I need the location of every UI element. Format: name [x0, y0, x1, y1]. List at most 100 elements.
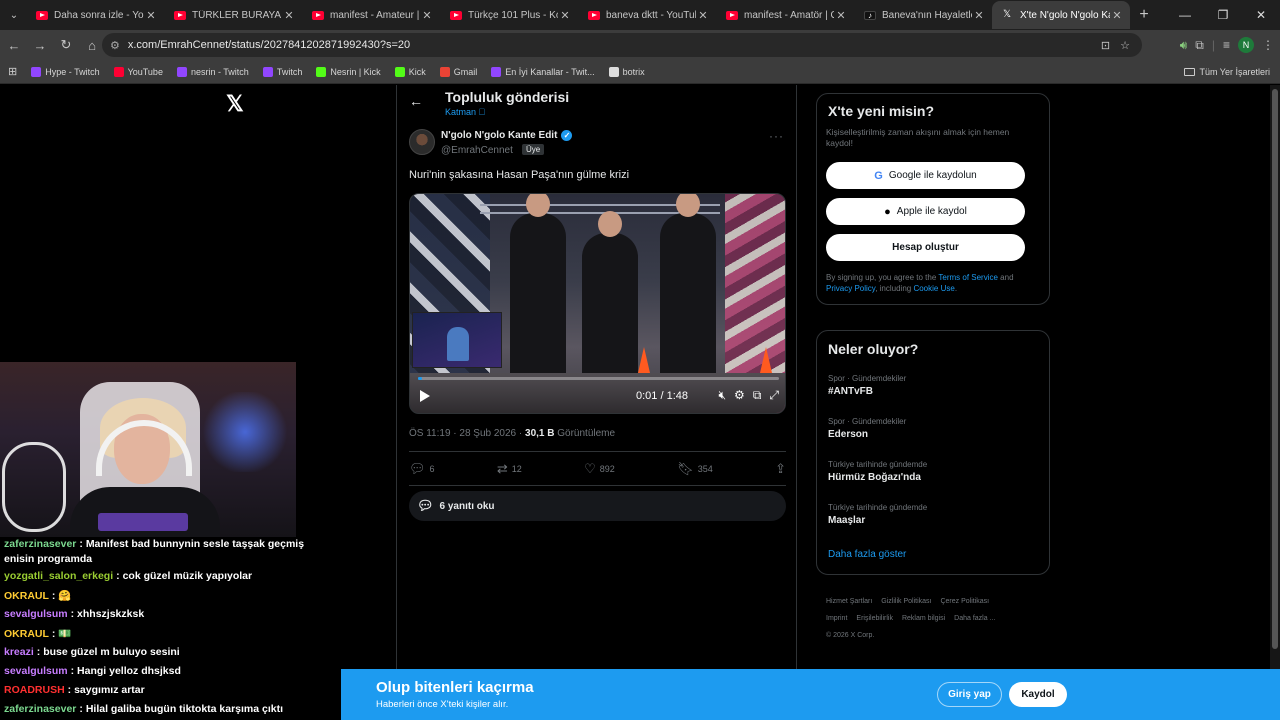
video-progress-bar[interactable]	[418, 377, 779, 380]
profile-avatar[interactable]: N	[1238, 37, 1254, 53]
chat-username[interactable]: OKRAUL	[4, 628, 49, 640]
close-icon[interactable]: ✕	[696, 9, 710, 22]
apps-grid-icon[interactable]: ⊞	[8, 65, 17, 78]
scrollbar-thumb[interactable]	[1272, 89, 1278, 649]
bookmark-item[interactable]: botrix	[608, 66, 645, 77]
tab-5[interactable]: manifest - Amatör | Offici✕	[716, 1, 854, 29]
reload-icon[interactable]: ↻	[54, 33, 78, 57]
login-button[interactable]: Giriş yap	[937, 682, 1002, 707]
signup-button[interactable]: Kaydol	[1009, 682, 1067, 707]
close-icon[interactable]: ✕	[282, 9, 296, 22]
page-scrollbar[interactable]	[1270, 85, 1280, 720]
footer-link[interactable]: Erişilebilirlik	[856, 615, 893, 622]
menu-icon[interactable]: ⋮	[1262, 38, 1274, 52]
signup-lead: Kişiselleştirilmiş zaman akışını almak i…	[826, 127, 1010, 148]
maximize-icon[interactable]: ❐	[1204, 0, 1242, 30]
post-timestamp[interactable]: ÖS 11:19 · 28 Şub 2026 ·	[409, 428, 525, 439]
media-control-icon[interactable]: ≡	[1223, 38, 1230, 52]
bookmark-item[interactable]: En İyi Kanallar - Twit...	[491, 66, 595, 77]
bookmark-item[interactable]: Kick	[394, 66, 426, 77]
google-signup-button[interactable]: G Google ile kaydolun	[826, 162, 1025, 189]
close-icon[interactable]: ✕	[834, 9, 848, 22]
bookmark-item[interactable]: Hype - Twitch	[31, 66, 100, 77]
tab-6[interactable]: Baneva'nın Hayaletleri: Gi✕	[854, 1, 992, 29]
terms-link[interactable]: Terms of Service	[938, 273, 998, 282]
minimize-icon[interactable]: —	[1166, 0, 1204, 30]
install-app-icon[interactable]: ⊡	[1101, 39, 1110, 52]
chat-username[interactable]: OKRAUL	[4, 590, 49, 602]
bookmark-item[interactable]: Nesrin | Kick	[316, 66, 381, 77]
close-icon[interactable]: ✕	[1110, 9, 1124, 22]
footer-link[interactable]: Çerez Politikası	[940, 598, 989, 605]
bookmark-button[interactable]: 🔖︎ 354	[677, 459, 713, 479]
bookmark-item[interactable]: Twitch	[262, 66, 302, 77]
privacy-link[interactable]: Privacy Policy	[826, 284, 875, 293]
mute-icon[interactable]: 🔇︎	[718, 388, 726, 403]
cookie-link[interactable]: Cookie Use	[913, 284, 954, 293]
play-icon[interactable]	[420, 390, 430, 402]
all-bookmarks-button[interactable]: Tüm Yer İşaretleri	[1184, 60, 1270, 84]
footer-link[interactable]: Hizmet Şartları	[826, 598, 872, 605]
tab-4[interactable]: baneva dktt - YouTube ✕	[578, 1, 716, 29]
back-arrow-icon[interactable]: ←	[409, 93, 423, 109]
repost-button[interactable]: ⇄ 12	[497, 459, 522, 479]
close-icon[interactable]: ✕	[420, 9, 434, 22]
chat-username[interactable]: sevalgulsum	[4, 665, 68, 677]
bookmark-item[interactable]: nesrin - Twitch	[176, 66, 249, 77]
close-icon[interactable]: ✕	[144, 9, 158, 22]
chat-text: saygımız artar	[74, 684, 145, 696]
close-icon[interactable]: ✕	[972, 9, 986, 22]
bookmark-item[interactable]: Gmail	[439, 66, 477, 77]
close-window-icon[interactable]: ✕	[1242, 0, 1280, 30]
chat-username[interactable]: sevalgulsum	[4, 608, 68, 620]
video-player[interactable]: 0:01 / 1:48 🔇︎ ⚙ ⧉ ⤢	[409, 193, 786, 414]
community-link[interactable]: Katman 🏻	[445, 107, 485, 117]
extensions-icon[interactable]: ⧉	[1195, 38, 1204, 53]
site-info-icon[interactable]: ⚙	[110, 39, 120, 52]
x-logo-icon[interactable]: 𝕏	[226, 91, 244, 117]
author-avatar[interactable]	[409, 129, 435, 155]
tab-2[interactable]: manifest - Amateur | Offic✕	[302, 1, 440, 29]
new-tab-button[interactable]: +	[1130, 6, 1158, 24]
tab-search-button[interactable]: ⌄	[2, 4, 26, 26]
popout-icon[interactable]: ⧉	[753, 388, 762, 403]
read-replies-button[interactable]: 💬︎ 6 yanıtı oku	[409, 491, 786, 521]
trend-item[interactable]: Spor · Gündemdekiler #ANTvFB	[828, 374, 906, 397]
footer-link[interactable]: Imprint	[826, 615, 847, 622]
author-name-row[interactable]: N'golo N'golo Kante Edit ✓	[441, 130, 573, 141]
chat-username[interactable]: kreazi	[4, 646, 34, 658]
footer-link[interactable]: Reklam bilgisi	[902, 615, 945, 622]
tab-7-active[interactable]: X'te N'golo N'golo Kante✕	[992, 1, 1130, 29]
reply-button[interactable]: 💬︎ 6	[409, 459, 435, 479]
back-icon[interactable]: ←	[2, 33, 26, 57]
author-handle[interactable]: @EmrahCennet	[441, 145, 513, 156]
address-bar[interactable]: ⚙ x.com/EmrahCennet/status/2027841202871…	[102, 33, 1142, 57]
tab-1[interactable]: TÜRKLER BURAYA MUTLA✕	[164, 1, 302, 29]
fullscreen-icon[interactable]: ⤢	[769, 388, 779, 403]
like-button[interactable]: ♡ 892	[584, 459, 615, 479]
trend-item[interactable]: Spor · Gündemdekiler Ederson	[828, 417, 906, 440]
chat-username[interactable]: zaferzinasever	[4, 538, 76, 550]
footer-link[interactable]: Gizlilik Politikası	[881, 598, 931, 605]
home-icon[interactable]: ⌂	[80, 33, 104, 57]
more-options-icon[interactable]: ···	[769, 129, 784, 143]
trend-item[interactable]: Türkiye tarihinde gündemde Hürmüz Boğazı'…	[828, 460, 927, 483]
audio-icon[interactable]: 🔊︎	[1180, 38, 1188, 53]
chat-username[interactable]: zaferzinasever	[4, 703, 76, 715]
bookmark-star-icon[interactable]: ☆	[1120, 39, 1130, 52]
settings-icon[interactable]: ⚙	[734, 388, 745, 403]
close-icon[interactable]: ✕	[558, 9, 572, 22]
bookmark-label: nesrin - Twitch	[190, 66, 249, 77]
forward-icon[interactable]: →	[28, 33, 52, 57]
tab-0[interactable]: Daha sonra izle - YouTube✕	[26, 1, 164, 29]
footer-link[interactable]: Daha fazla ...	[954, 615, 995, 622]
bookmark-item[interactable]: YouTube	[113, 66, 163, 77]
chat-username[interactable]: yozgatli_salon_erkegi	[4, 570, 113, 582]
show-more-link[interactable]: Daha fazla göster	[828, 549, 906, 560]
share-button[interactable]: ⇪	[775, 459, 786, 479]
tab-3[interactable]: Türkçe 101 Plus - Korece✕	[440, 1, 578, 29]
create-account-button[interactable]: Hesap oluştur	[826, 234, 1025, 261]
chat-username[interactable]: ROADRUSH	[4, 684, 65, 696]
apple-signup-button[interactable]: ● Apple ile kaydol	[826, 198, 1025, 225]
trend-item[interactable]: Türkiye tarihinde gündemde Maaşlar	[828, 503, 927, 526]
